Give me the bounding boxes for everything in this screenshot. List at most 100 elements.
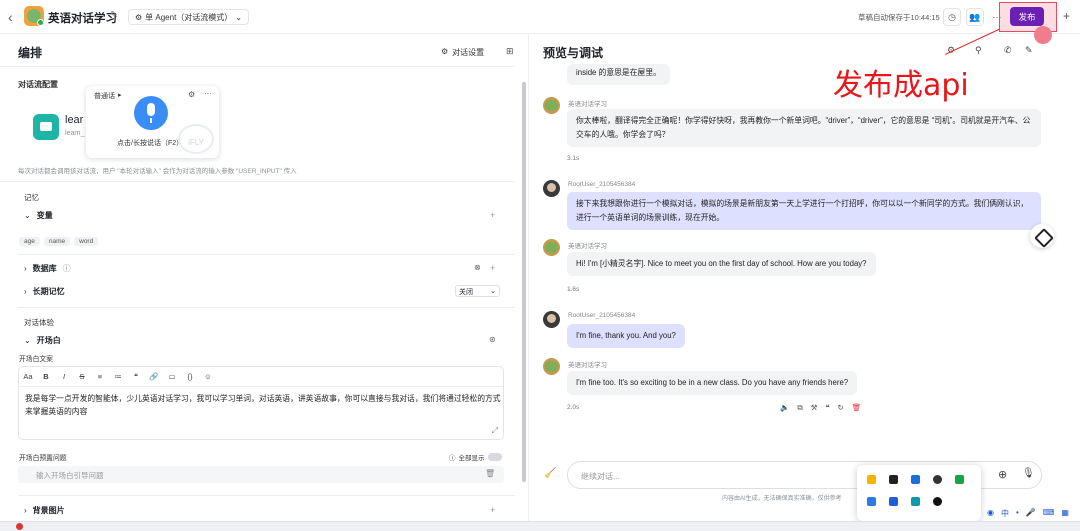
guide-question-input[interactable]: 输入开场白引导问题: [18, 466, 504, 483]
font-size-icon[interactable]: Aa: [19, 372, 37, 381]
add-attachment-icon[interactable]: ⊕: [998, 468, 1007, 481]
microphone-icon[interactable]: 🎤: [1026, 508, 1036, 519]
quote-icon[interactable]: ❝: [127, 372, 145, 381]
clear-context-icon[interactable]: 🧹: [544, 468, 556, 479]
bluetooth-icon[interactable]: [889, 497, 898, 506]
tray-app-icon[interactable]: [911, 497, 920, 506]
app-title: 英语对话学习: [48, 13, 117, 25]
float-badge-icon[interactable]: [1034, 26, 1052, 44]
long-term-memory-label: 长期记忆: [32, 287, 65, 296]
ime-mode[interactable]: 中: [1001, 508, 1009, 519]
speaker-icon[interactable]: 🔈: [780, 403, 789, 413]
microphone-icon[interactable]: 🎙: [1022, 468, 1035, 479]
toggle-switch[interactable]: [487, 453, 502, 461]
link-icon[interactable]: 🔗: [145, 372, 163, 381]
database-row[interactable]: › 数据库 ⓘ: [24, 263, 71, 274]
microphone-icon[interactable]: [134, 96, 168, 130]
italic-icon[interactable]: I: [55, 372, 73, 381]
add-variable-icon[interactable]: +: [490, 210, 495, 220]
code-icon[interactable]: {}: [181, 372, 199, 381]
opening-editor[interactable]: Aa B I S ≡ ≔ ❝ 🔗 ▭ {} ☺ 我是每学一点开发的智能体，少儿英…: [18, 366, 504, 440]
keyboard-icon[interactable]: ⌨: [1043, 508, 1055, 519]
variable-chip[interactable]: name: [43, 237, 71, 246]
tray-app-icon[interactable]: [933, 497, 942, 506]
layout-icon[interactable]: ⊞: [506, 46, 514, 57]
back-icon[interactable]: ‹: [8, 9, 13, 25]
ime-logo-icon[interactable]: ◉: [987, 508, 994, 519]
debug-icon[interactable]: ⚒: [811, 403, 818, 413]
image-icon[interactable]: ▭: [163, 372, 181, 381]
grid-icon[interactable]: ▦: [1061, 508, 1069, 519]
opening-settings-icon[interactable]: ⊛: [489, 335, 496, 344]
delete-icon[interactable]: 🗑: [852, 403, 862, 413]
language-select[interactable]: 普通话 ▸: [94, 91, 122, 101]
phone-icon[interactable]: ✆: [1004, 45, 1012, 56]
info-icon: ⓘ: [62, 264, 71, 273]
refresh-icon[interactable]: ↻: [837, 403, 843, 413]
bot-avatar: [543, 97, 560, 114]
response-time: 3.1s: [567, 155, 580, 162]
user-message: 接下来我想跟你进行一个模拟对话，模拟的场景是新朋友第一天上学进行一个打招呼，你可…: [567, 192, 1041, 230]
panel-divider: [528, 34, 529, 531]
top-bar: ‹ 英语对话学习 ✎ ⚙ 单 Agent（对话流模式） ⌄ 草稿自动保存于10:44…: [0, 0, 1080, 44]
tray-app-icon[interactable]: [867, 475, 876, 484]
quote-icon[interactable]: ❝: [825, 403, 829, 413]
more-icon[interactable]: ···: [204, 89, 212, 98]
edit-icon[interactable]: ✎: [110, 10, 118, 21]
taskbar: [0, 521, 1080, 531]
chevron-right-icon: ›: [24, 287, 27, 296]
tray-app-icon[interactable]: [933, 475, 942, 484]
long-term-memory-select[interactable]: 关闭 ⌄: [455, 285, 500, 297]
app-avatar: [24, 6, 44, 26]
tray-app-icon[interactable]: [867, 497, 876, 506]
add-database-icon[interactable]: +: [490, 263, 495, 273]
user-name: RootUser_2105456384: [568, 312, 636, 319]
gear-icon[interactable]: ⚙: [188, 90, 195, 99]
bullet-list-icon[interactable]: ≡: [91, 372, 109, 381]
show-all-toggle[interactable]: ⓘ 全部显示: [449, 452, 502, 462]
tray-app-icon[interactable]: [889, 475, 898, 484]
dialog-settings-button[interactable]: ⚙ 对话设置: [441, 47, 484, 58]
ordered-list-icon[interactable]: ≔: [109, 372, 127, 381]
tray-app-icon[interactable]: [911, 475, 920, 484]
left-scrollbar[interactable]: [522, 82, 526, 482]
floating-assistant-icon[interactable]: [1030, 224, 1054, 248]
flow-config-title: 对话流配置: [18, 80, 58, 89]
background-image-row[interactable]: › 背景图片: [24, 505, 65, 516]
delete-icon[interactable]: 🗑: [485, 469, 495, 478]
variable-chip[interactable]: age: [19, 237, 40, 246]
bot-avatar: [543, 358, 560, 375]
mode-select[interactable]: ⚙ 单 Agent（对话流模式） ⌄: [128, 9, 250, 25]
memory-section-title: 记忆: [24, 193, 39, 202]
chevron-right-icon: ›: [24, 264, 27, 273]
clear-icon[interactable]: ✎: [1025, 45, 1033, 56]
user-settings-icon[interactable]: ⚲: [975, 45, 982, 56]
info-icon: ⓘ: [449, 455, 456, 462]
long-term-memory-row[interactable]: › 长期记忆: [24, 286, 65, 297]
users-icon[interactable]: 👥: [966, 8, 984, 26]
flow-note: 每次对话都会调用该对话流，用户 "本轮对话输入" 会作为对话流的输入参数 "US…: [18, 168, 297, 175]
bot-message: Hi! I'm [小精灵名字]. Nice to meet you on the…: [567, 252, 876, 276]
history-icon[interactable]: ◷: [943, 8, 961, 26]
variables-row[interactable]: ⌄ 变量: [24, 210, 53, 221]
opening-row[interactable]: ⌄ 开场白: [24, 335, 61, 346]
expand-icon[interactable]: ⤢: [492, 426, 498, 436]
voice-hint: 点击/长按说话（F2）: [117, 140, 184, 147]
experience-section-title: 对话体验: [24, 318, 54, 327]
publish-button[interactable]: 发布: [1010, 7, 1044, 26]
divider: [18, 254, 515, 255]
copy-icon[interactable]: ⧉: [797, 403, 802, 413]
ime-icon[interactable]: •: [1016, 508, 1019, 519]
ai-disclaimer: 内容由AI生成，无法确保真实准确，仅供参考: [722, 496, 842, 502]
opening-text[interactable]: 我是每学一点开发的智能体，少儿英语对话学习，我可以学习单词，对话英语，讲英语故事…: [25, 392, 501, 418]
tray-app-icon[interactable]: [955, 475, 964, 484]
add-background-icon[interactable]: +: [490, 505, 495, 515]
person-icon[interactable]: ☺: [199, 372, 217, 381]
strike-icon[interactable]: S: [73, 372, 91, 381]
bold-icon[interactable]: B: [37, 372, 55, 381]
taskbar-app-icon[interactable]: [16, 523, 23, 530]
bot-message: 你太棒啦，翻译得完全正确呢！你学得好快呀，我再教你一个新单词吧。“driver”…: [567, 109, 1041, 147]
database-settings-icon[interactable]: ⊗: [474, 263, 481, 272]
add-icon[interactable]: +: [1063, 9, 1070, 23]
variable-chip[interactable]: word: [74, 237, 99, 246]
